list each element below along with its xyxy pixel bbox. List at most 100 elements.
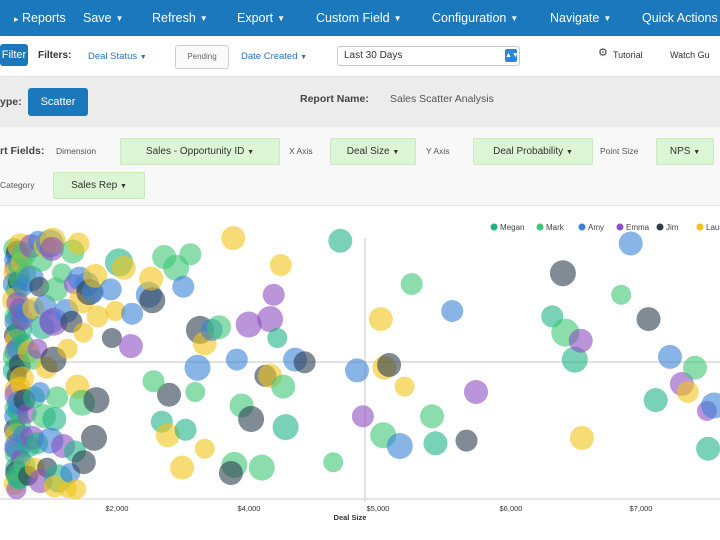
legend-swatch[interactable] bbox=[696, 223, 704, 231]
filter-button[interactable]: Filter bbox=[0, 44, 28, 66]
data-point[interactable] bbox=[83, 387, 110, 414]
nav-refresh[interactable]: Refresh ▼ bbox=[152, 0, 208, 36]
legend-swatch[interactable] bbox=[616, 223, 624, 231]
dimension-chip[interactable]: Sales - Opportunity ID ▼ bbox=[120, 138, 280, 165]
report-name-value[interactable]: Sales Scatter Analysis bbox=[390, 93, 494, 105]
scatter-type-button[interactable]: Scatter bbox=[28, 88, 88, 116]
nav-save[interactable]: Save ▼ bbox=[83, 0, 123, 36]
data-point[interactable] bbox=[248, 454, 275, 481]
date-created-filter[interactable]: Date Created ▼ bbox=[241, 51, 307, 62]
data-point[interactable] bbox=[111, 255, 136, 280]
date-range-select[interactable]: Last 30 Days ▲▼ bbox=[337, 46, 520, 66]
data-point[interactable] bbox=[420, 404, 444, 429]
data-point[interactable] bbox=[238, 406, 265, 432]
data-point[interactable] bbox=[351, 405, 374, 428]
data-point[interactable] bbox=[683, 355, 707, 380]
legend-swatch[interactable] bbox=[656, 223, 664, 231]
data-point[interactable] bbox=[293, 351, 316, 374]
data-point[interactable] bbox=[676, 381, 699, 403]
data-point[interactable] bbox=[67, 232, 90, 255]
data-point[interactable] bbox=[185, 382, 206, 402]
nav-navigate[interactable]: Navigate ▼ bbox=[550, 0, 611, 36]
x-axis-chip[interactable]: Deal Size ▼ bbox=[330, 138, 416, 165]
data-point[interactable] bbox=[328, 228, 353, 253]
data-point[interactable] bbox=[272, 414, 299, 441]
tutorial-link[interactable]: Tutorial bbox=[613, 50, 643, 60]
data-point[interactable] bbox=[618, 231, 643, 256]
data-point[interactable] bbox=[57, 338, 78, 359]
data-point[interactable] bbox=[345, 358, 369, 383]
data-point[interactable] bbox=[323, 452, 344, 473]
data-point[interactable] bbox=[101, 328, 122, 348]
data-point[interactable] bbox=[139, 287, 166, 314]
data-point[interactable] bbox=[386, 433, 413, 459]
data-point[interactable] bbox=[549, 260, 576, 287]
category-chip[interactable]: Sales Rep ▼ bbox=[53, 172, 145, 199]
data-point[interactable] bbox=[568, 328, 593, 353]
nav-quick-actions[interactable]: Quick Actions▼ bbox=[642, 0, 720, 36]
data-point[interactable] bbox=[221, 226, 246, 251]
data-point[interactable] bbox=[172, 275, 195, 298]
data-point[interactable] bbox=[269, 254, 292, 277]
data-point[interactable] bbox=[73, 322, 94, 343]
data-point[interactable] bbox=[142, 370, 165, 393]
legend-swatch[interactable] bbox=[578, 223, 586, 231]
data-point[interactable] bbox=[170, 455, 195, 480]
point-size-chip[interactable]: NPS ▼ bbox=[656, 138, 714, 165]
legend-label[interactable]: Mark bbox=[546, 223, 565, 232]
data-point[interactable] bbox=[42, 407, 67, 431]
data-point[interactable] bbox=[464, 380, 488, 404]
legend-label[interactable]: Emma bbox=[626, 223, 650, 232]
data-point[interactable] bbox=[179, 243, 202, 266]
data-point[interactable] bbox=[194, 438, 215, 459]
data-point[interactable] bbox=[267, 328, 288, 348]
legend-swatch[interactable] bbox=[536, 223, 544, 231]
data-point[interactable] bbox=[118, 334, 143, 359]
legend-label[interactable]: Laura bbox=[706, 223, 720, 232]
data-point[interactable] bbox=[441, 300, 464, 322]
data-point[interactable] bbox=[636, 307, 661, 332]
data-point[interactable] bbox=[271, 374, 296, 399]
watch-guide-link[interactable]: Watch Gu bbox=[670, 50, 710, 60]
data-point[interactable] bbox=[394, 376, 415, 397]
legend-label[interactable]: Megan bbox=[500, 223, 524, 232]
data-point[interactable] bbox=[218, 461, 243, 485]
nav-export[interactable]: Export ▼ bbox=[237, 0, 285, 36]
data-point[interactable] bbox=[225, 348, 248, 371]
pending-tag[interactable]: Pending bbox=[175, 45, 229, 69]
data-point[interactable] bbox=[455, 429, 478, 452]
data-point[interactable] bbox=[658, 344, 682, 369]
data-point[interactable] bbox=[423, 431, 448, 456]
nav-reports[interactable]: ▸ Reports bbox=[14, 0, 66, 36]
data-point[interactable] bbox=[696, 436, 720, 461]
data-point[interactable] bbox=[377, 353, 402, 377]
data-point[interactable] bbox=[71, 450, 96, 475]
y-axis-chip[interactable]: Deal Probability ▼ bbox=[473, 138, 593, 165]
legend-swatch[interactable] bbox=[490, 223, 498, 231]
data-point[interactable] bbox=[174, 418, 197, 441]
data-point[interactable] bbox=[86, 305, 109, 328]
data-point[interactable] bbox=[46, 386, 69, 409]
data-point[interactable] bbox=[262, 283, 285, 306]
data-point[interactable] bbox=[39, 236, 64, 261]
data-point[interactable] bbox=[139, 266, 164, 291]
legend-label[interactable]: Jim bbox=[666, 223, 679, 232]
data-point[interactable] bbox=[207, 315, 231, 340]
data-point[interactable] bbox=[643, 388, 668, 413]
gear-icon[interactable]: ⚙ bbox=[598, 46, 608, 59]
data-point[interactable] bbox=[99, 278, 122, 301]
data-point[interactable] bbox=[121, 302, 144, 325]
nav-configuration[interactable]: Configuration ▼ bbox=[432, 0, 518, 36]
data-point[interactable] bbox=[184, 354, 211, 381]
data-point[interactable] bbox=[81, 424, 107, 451]
deal-status-filter[interactable]: Deal Status ▼ bbox=[88, 51, 147, 62]
data-point[interactable] bbox=[368, 307, 393, 332]
nav-custom-field[interactable]: Custom Field ▼ bbox=[316, 0, 402, 36]
legend-label[interactable]: Amy bbox=[588, 223, 604, 232]
x-axis-value: Deal Size bbox=[346, 146, 390, 157]
data-point[interactable] bbox=[400, 273, 423, 295]
data-point[interactable] bbox=[66, 479, 87, 500]
data-point[interactable] bbox=[569, 425, 594, 450]
data-point[interactable] bbox=[9, 366, 34, 391]
data-point[interactable] bbox=[611, 284, 632, 305]
